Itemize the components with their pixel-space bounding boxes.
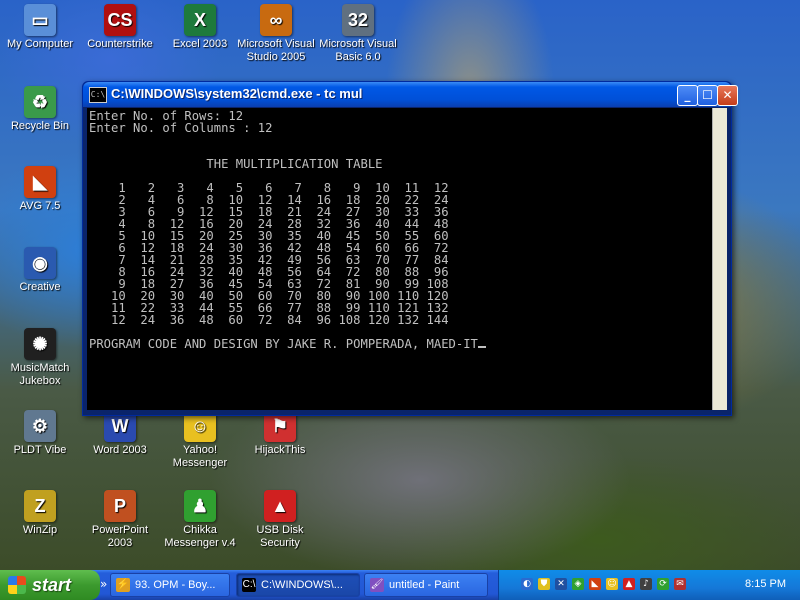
desktop-shortcut[interactable]: ▲ USB Disk Security [240, 490, 320, 550]
desktop-shortcut[interactable]: Z WinZip [0, 490, 80, 537]
windows-flag-icon [8, 576, 26, 594]
volume-icon[interactable]: ◐ [521, 578, 533, 590]
console-line: THE MULTIPLICATION TABLE [89, 157, 383, 171]
console-line: Enter No. of Columns : 12 [89, 121, 273, 135]
recycle-bin-icon: ♻ [24, 86, 56, 118]
network-icon[interactable]: ◈ [572, 578, 584, 590]
my-computer-icon: ▭ [24, 4, 56, 36]
pldt-vibe-icon: ⚙ [24, 410, 56, 442]
usb-tray-icon[interactable]: ▲ [623, 578, 635, 590]
clock[interactable]: 8:15 PM [745, 578, 786, 590]
visual-basic-icon: 32 [342, 4, 374, 36]
desktop-shortcut-label: USB Disk Security [256, 524, 304, 549]
avg-icon: ◣ [24, 166, 56, 198]
desktop-shortcut[interactable]: ▭ My Computer [0, 4, 80, 51]
cmd-window-icon: C:\ [89, 87, 107, 103]
avg-tray-icon[interactable]: ◣ [589, 578, 601, 590]
text-cursor [477, 346, 486, 348]
musicmatch-icon: ✺ [24, 328, 56, 360]
desktop-shortcut[interactable]: ⚙ PLDT Vibe [0, 410, 80, 457]
desktop-shortcut[interactable]: X Excel 2003 [160, 4, 240, 51]
taskbar-button[interactable]: 🖌 untitled - Paint [364, 573, 488, 597]
desktop-shortcut-label: Yahoo! Messenger [172, 444, 228, 469]
powerpoint-icon: P [104, 490, 136, 522]
desktop-shortcut[interactable]: ◣ AVG 7.5 [0, 166, 80, 213]
cmd-icon: C:\ [242, 578, 256, 592]
desktop-shortcut[interactable]: P PowerPoint 2003 [80, 490, 160, 550]
messenger-tray-icon[interactable]: ☺ [606, 578, 618, 590]
counterstrike-icon: CS [104, 4, 136, 36]
desktop-shortcut-label: HijackThis [254, 444, 306, 456]
console-output[interactable]: Enter No. of Rows: 12 Enter No. of Colum… [87, 108, 713, 410]
desktop-shortcut-label: Chikka Messenger v.4 [164, 524, 236, 549]
cmd-window-title: C:\WINDOWS\system32\cmd.exe - tc mul [111, 86, 363, 101]
taskbar-button-label: 93. OPM - Boy... [135, 579, 216, 591]
update-icon[interactable]: ⟳ [657, 578, 669, 590]
desktop-shortcut-label: WinZip [22, 524, 58, 536]
winamp-icon: ⚡ [116, 578, 130, 592]
desktop-shortcut[interactable]: ⚑ HijackThis [240, 410, 320, 457]
desktop-shortcut-label: AVG 7.5 [19, 200, 61, 212]
quick-launch-expand-icon[interactable]: » [100, 577, 107, 591]
desktop-shortcut-label: Excel 2003 [172, 38, 228, 50]
start-label: start [32, 575, 72, 595]
winzip-icon: Z [24, 490, 56, 522]
desktop-shortcut-label: MusicMatch Jukebox [10, 362, 70, 387]
taskbar-button[interactable]: ⚡ 93. OPM - Boy... [110, 573, 230, 597]
desktop-shortcut[interactable]: ♟ Chikka Messenger v.4 [160, 490, 240, 550]
desktop-shortcut[interactable]: ♻ Recycle Bin [0, 86, 80, 133]
desktop-shortcut-label: Recycle Bin [10, 120, 70, 132]
creative-icon: ◉ [24, 247, 56, 279]
desktop-shortcut-label: Counterstrike [87, 38, 153, 50]
desktop-shortcut[interactable]: ✺ MusicMatch Jukebox [0, 328, 80, 388]
antivirus-shield-icon[interactable]: ⛊ [538, 578, 550, 590]
desktop-shortcut-label: Microsoft Visual Studio 2005 [237, 38, 315, 63]
desktop-shortcut[interactable]: ◉ Creative [0, 247, 80, 294]
desktop-shortcut-label: My Computer [6, 38, 74, 50]
desktop-shortcut-label: Creative [19, 281, 61, 293]
chat-icon[interactable]: ✉ [674, 578, 686, 590]
paint-icon: 🖌 [370, 578, 384, 592]
speaker-icon[interactable]: ♪ [640, 578, 652, 590]
close-button[interactable]: ✕ [717, 85, 738, 106]
console-line: PROGRAM CODE AND DESIGN BY JAKE R. POMPE… [89, 337, 478, 351]
taskbar-button-label: C:\WINDOWS\... [261, 579, 343, 591]
start-button[interactable]: start [0, 570, 100, 600]
taskbar: start » ⚡ 93. OPM - Boy... C:\ C:\WINDOWS\.… [0, 570, 800, 600]
desktop-shortcut-label: Microsoft Visual Basic 6.0 [319, 38, 397, 63]
taskbar-button[interactable]: C:\ C:\WINDOWS\... [236, 573, 360, 597]
console-text: Enter No. of Rows: 12 Enter No. of Colum… [87, 108, 713, 350]
taskbar-button-label: untitled - Paint [389, 579, 460, 591]
cmd-titlebar[interactable]: C:\ C:\WINDOWS\system32\cmd.exe - tc mul… [83, 82, 738, 107]
console-line: 12 24 36 48 60 72 84 96 108 120 132 144 [89, 313, 449, 327]
desktop-shortcut[interactable]: ☺ Yahoo! Messenger [160, 410, 240, 470]
chikka-messenger-icon: ♟ [184, 490, 216, 522]
excel-icon: X [184, 4, 216, 36]
visual-studio-icon: ∞ [260, 4, 292, 36]
console-scrollbar[interactable] [712, 108, 727, 410]
desktop-shortcut-label: Word 2003 [93, 444, 147, 456]
system-tray: ◐ ⛊ ✕ ◈ ◣ ☺ ▲ ♪ ⟳ ✉ 8:15 PM [498, 570, 800, 600]
maximize-button[interactable]: ☐ [697, 85, 718, 106]
desktop-shortcut-label: PowerPoint 2003 [91, 524, 149, 549]
security-icon[interactable]: ✕ [555, 578, 567, 590]
desktop-shortcut-label: PLDT Vibe [13, 444, 67, 456]
desktop-shortcut[interactable]: CS Counterstrike [80, 4, 160, 51]
minimize-button[interactable]: _ [677, 85, 698, 106]
desktop-shortcut[interactable]: 32 Microsoft Visual Basic 6.0 [318, 4, 398, 64]
cmd-window[interactable]: C:\ C:\WINDOWS\system32\cmd.exe - tc mul… [82, 81, 738, 416]
desktop-shortcut[interactable]: ∞ Microsoft Visual Studio 2005 [236, 4, 316, 64]
desktop-shortcut[interactable]: W Word 2003 [80, 410, 160, 457]
usb-disk-security-icon: ▲ [264, 490, 296, 522]
